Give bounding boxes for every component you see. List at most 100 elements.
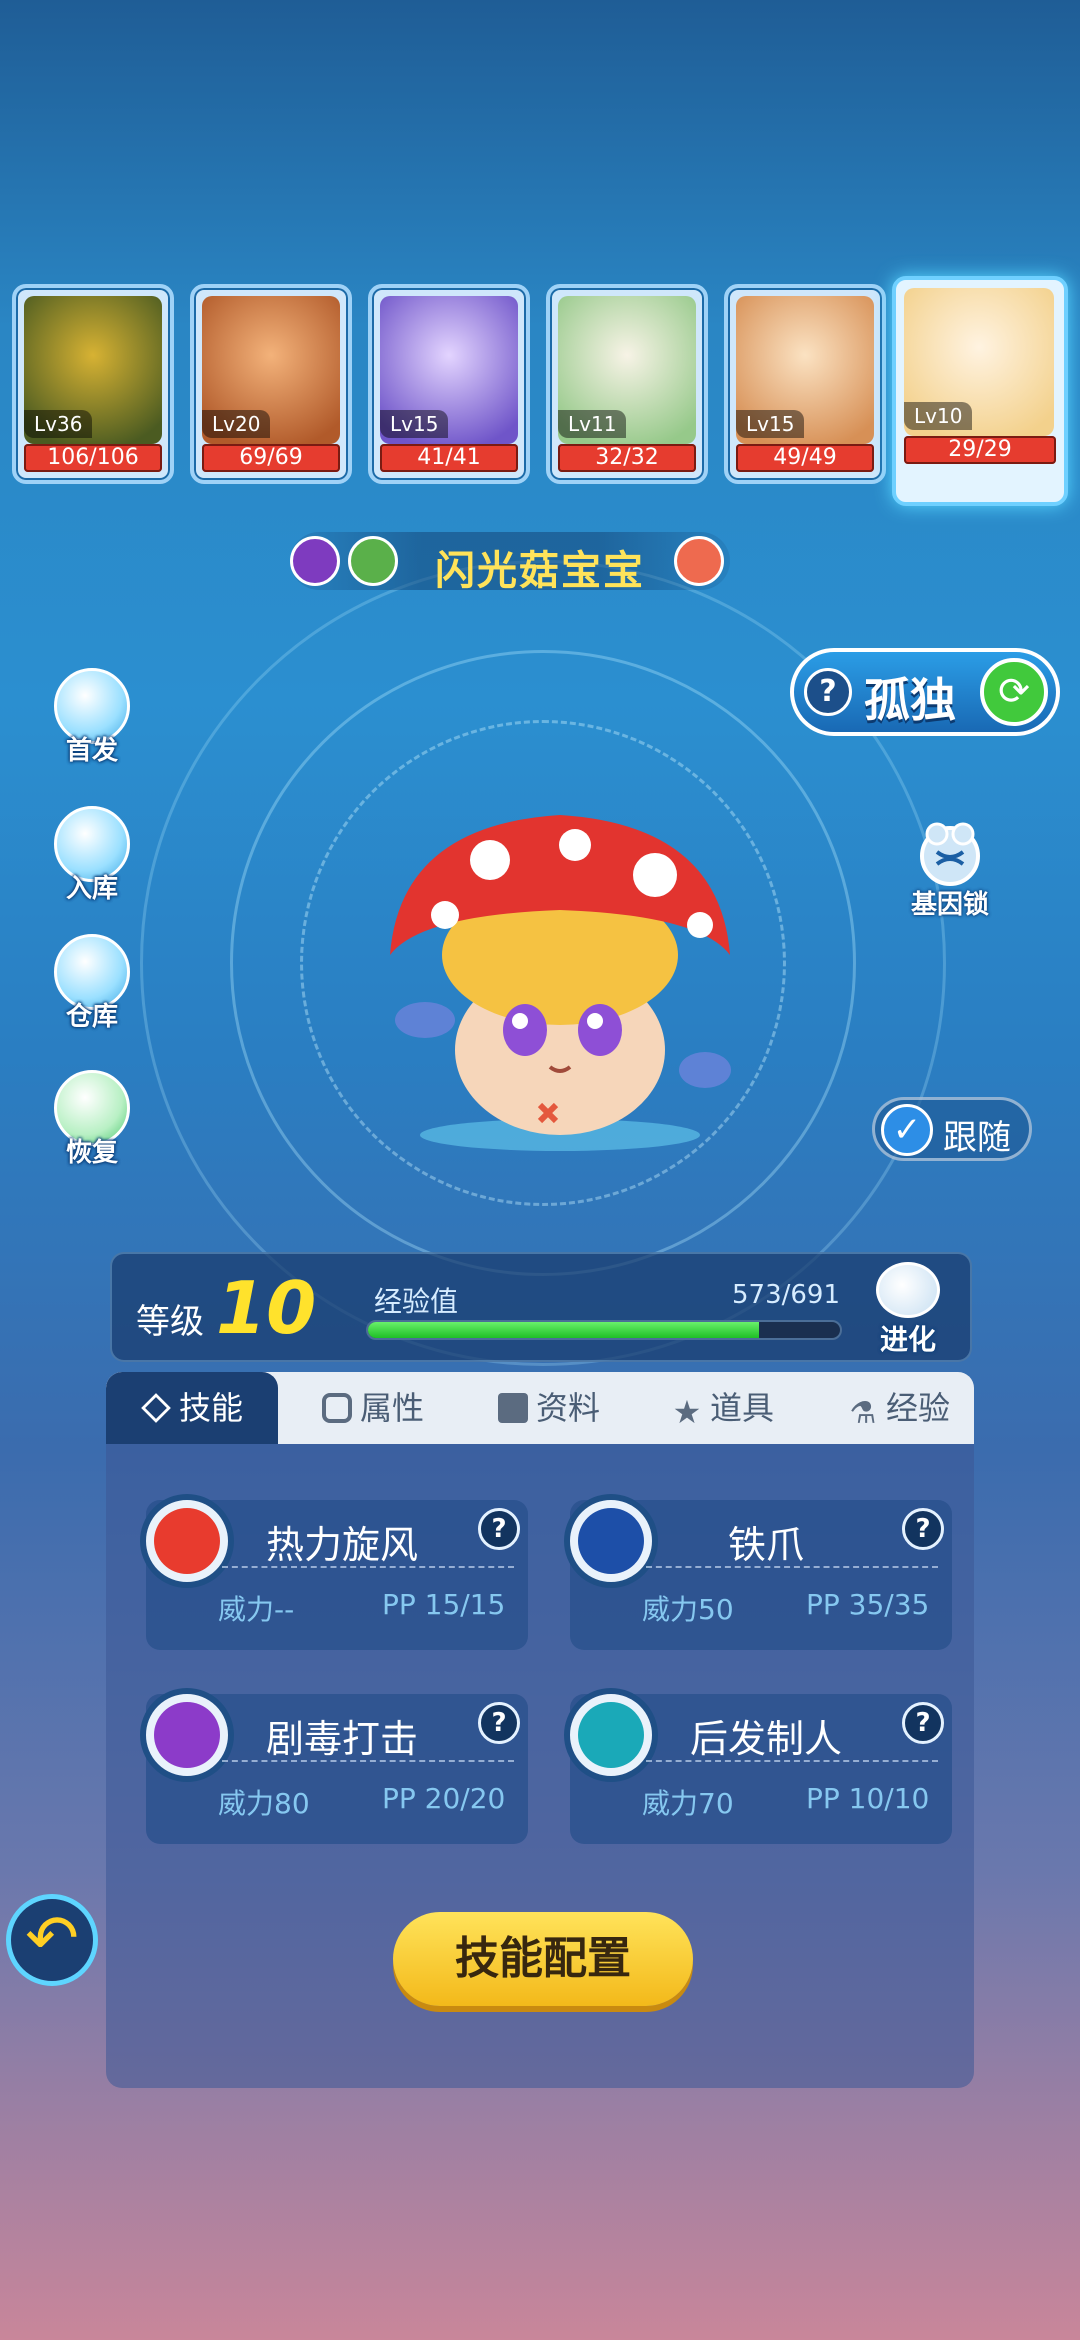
tab-exp[interactable]: ⚗ 经验 xyxy=(824,1372,974,1444)
pet-hp: 106/106 xyxy=(24,444,162,472)
evolve-icon xyxy=(876,1262,940,1318)
skill-name: 铁爪 xyxy=(727,1523,804,1567)
clipboard-icon xyxy=(497,1393,528,1423)
checkmark-icon: ✓ xyxy=(881,1104,933,1156)
divider xyxy=(646,1760,938,1762)
exp-label: 经验值 xyxy=(374,1285,459,1318)
party-slot-5[interactable]: Lv15 49/49 xyxy=(724,284,886,484)
tab-attributes-label: 属性 xyxy=(359,1389,424,1427)
trait-label: 孤独 xyxy=(864,673,956,727)
warehouse-button[interactable]: 仓库 xyxy=(48,934,136,1032)
skill-power: 威力80 xyxy=(218,1787,310,1820)
recover-button[interactable]: 恢复 xyxy=(48,1070,136,1168)
divider xyxy=(222,1760,514,1762)
evolve-button[interactable]: 进化 xyxy=(858,1258,958,1358)
pet-level: Lv10 xyxy=(904,402,973,430)
tab-skills-label: 技能 xyxy=(178,1389,243,1427)
skill-power: 威力70 xyxy=(642,1787,734,1820)
pet-sprite xyxy=(390,815,731,1151)
tab-profile[interactable]: 资料 xyxy=(474,1372,624,1444)
iron-mask-icon xyxy=(564,1494,658,1588)
recover-label: 恢复 xyxy=(65,1138,118,1168)
follow-toggle[interactable]: ✓ 跟随 xyxy=(872,1097,1032,1161)
skill-name: 剧毒打击 xyxy=(265,1717,418,1761)
help-icon[interactable]: ? xyxy=(478,1508,520,1550)
skill-card[interactable]: 铁爪 ? 威力50 PP 35/35 xyxy=(564,1494,952,1650)
gender-icon xyxy=(674,536,724,586)
diamond-icon xyxy=(141,1393,171,1423)
warehouse-label: 仓库 xyxy=(65,1002,118,1032)
level-panel: 等级 10 经验值 573/691 进化 xyxy=(110,1252,972,1362)
pet-hp: 41/41 xyxy=(380,444,518,472)
tab-exp-label: 经验 xyxy=(885,1389,950,1427)
divider xyxy=(222,1566,514,1568)
tab-skills[interactable]: 技能 xyxy=(106,1372,278,1444)
party-slot-2[interactable]: Lv20 69/69 xyxy=(190,284,352,484)
pet-hp: 29/29 xyxy=(904,436,1056,464)
skill-pp: PP 20/20 xyxy=(382,1782,506,1815)
help-icon[interactable]: ? xyxy=(478,1702,520,1744)
skill-pp: PP 10/10 xyxy=(806,1782,930,1815)
skill-power: 威力50 xyxy=(642,1593,734,1626)
help-icon[interactable]: ? xyxy=(902,1702,944,1744)
pet-level: Lv11 xyxy=(558,410,627,438)
tab-attributes[interactable]: 属性 xyxy=(298,1372,448,1444)
party-strip: Lv36 106/106 Lv20 69/69 Lv15 41/41 Lv11 … xyxy=(0,276,1080,506)
gene-lock-button[interactable]: 基因锁 xyxy=(895,822,1005,922)
hexagon-icon xyxy=(321,1393,352,1423)
lead-pet-label: 首发 xyxy=(65,736,118,766)
trait-tag[interactable]: ? 孤独 ⟳ xyxy=(790,648,1060,736)
store-pet-label: 入库 xyxy=(65,874,118,904)
party-slot-6-selected[interactable]: Lv10 29/29 xyxy=(892,276,1068,506)
skill-config-button[interactable]: 技能配置 xyxy=(393,1912,693,2006)
level-label: 等级 xyxy=(136,1302,204,1342)
back-arrow-icon: ↶ xyxy=(6,1894,98,1986)
help-icon[interactable]: ? xyxy=(902,1508,944,1550)
star-icon: ★ xyxy=(672,1393,702,1431)
party-slot-4[interactable]: Lv11 32/32 xyxy=(546,284,708,484)
lead-pet-button[interactable]: 首发 xyxy=(48,668,136,766)
gene-lock-icon xyxy=(920,822,980,886)
party-slot-1[interactable]: Lv36 106/106 xyxy=(12,284,174,484)
pet-name-bar: 闪光菇宝宝 xyxy=(290,532,730,594)
grass-type-icon xyxy=(348,536,398,586)
flask-icon: ⚗ xyxy=(849,1396,877,1431)
divider xyxy=(646,1566,938,1568)
pet-level: Lv15 xyxy=(736,410,805,438)
exp-bar xyxy=(366,1320,842,1340)
skill-card[interactable]: 热力旋风 ? 威力-- PP 15/15 xyxy=(140,1494,528,1650)
tab-profile-label: 资料 xyxy=(535,1389,600,1427)
skill-pp: PP 15/15 xyxy=(382,1588,506,1621)
pet-level: Lv15 xyxy=(380,410,449,438)
pet-level: Lv20 xyxy=(202,410,271,438)
poison-type-icon xyxy=(290,536,340,586)
pet-level: Lv36 xyxy=(24,410,93,438)
pet-hp: 49/49 xyxy=(736,444,874,472)
tab-items[interactable]: ★ 道具 xyxy=(648,1372,798,1444)
help-icon[interactable]: ? xyxy=(804,668,852,716)
party-slot-3[interactable]: Lv15 41/41 xyxy=(368,284,530,484)
tab-items-label: 道具 xyxy=(709,1389,774,1427)
store-pet-button[interactable]: 入库 xyxy=(48,806,136,904)
level-value: 10 xyxy=(216,1266,317,1350)
skill-pp: PP 35/35 xyxy=(806,1588,930,1621)
exp-bar-fill xyxy=(368,1322,760,1338)
skill-name: 热力旋风 xyxy=(265,1523,418,1567)
tab-bar: 技能 属性 资料 ★ 道具 ⚗ 经验 xyxy=(106,1372,974,1444)
skill-name: 后发制人 xyxy=(689,1717,842,1761)
back-button[interactable]: ↶ xyxy=(0,1890,106,1996)
skull-icon xyxy=(140,1688,234,1782)
skill-card[interactable]: 剧毒打击 ? 威力80 PP 20/20 xyxy=(140,1688,528,1844)
pet-hp: 32/32 xyxy=(558,444,696,472)
evolve-label: 进化 xyxy=(879,1323,936,1356)
pet-hp: 69/69 xyxy=(202,444,340,472)
exp-value: 573/691 xyxy=(731,1280,840,1310)
fire-icon xyxy=(140,1494,234,1588)
gene-lock-label: 基因锁 xyxy=(910,890,989,920)
skill-power: 威力-- xyxy=(218,1593,295,1626)
follow-label: 跟随 xyxy=(943,1118,1011,1158)
pet-name: 闪光菇宝宝 xyxy=(435,548,645,594)
snowflake-icon xyxy=(564,1688,658,1782)
swap-icon[interactable]: ⟳ xyxy=(980,658,1048,726)
skill-card[interactable]: 后发制人 ? 威力70 PP 10/10 xyxy=(564,1688,952,1844)
